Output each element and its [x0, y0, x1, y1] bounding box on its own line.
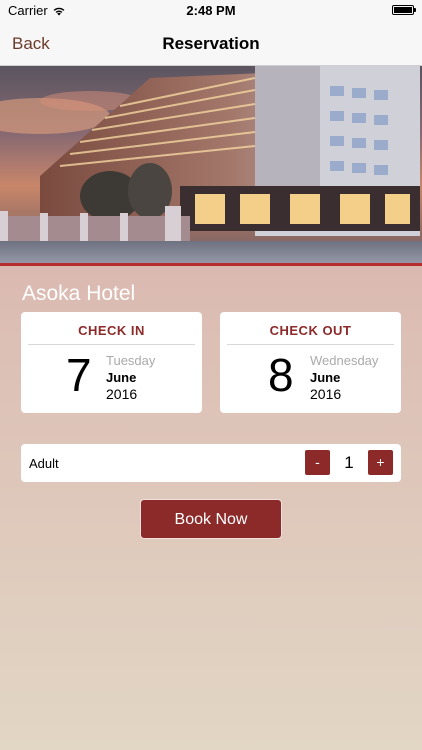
increment-button[interactable]: +	[368, 450, 393, 475]
status-bar: Carrier 2:48 PM	[0, 0, 422, 22]
check-in-card[interactable]: CHECK IN 7 Tuesday June 2016	[21, 312, 202, 413]
check-in-month: June	[106, 370, 137, 385]
page-title: Reservation	[162, 34, 260, 53]
check-in-date-info: Tuesday June 2016	[106, 352, 155, 403]
check-out-day: 8	[268, 349, 294, 401]
decrement-button[interactable]: -	[305, 450, 330, 475]
adult-label: Adult	[29, 456, 59, 471]
check-out-weekday: Wednesday	[310, 353, 379, 368]
check-in-title: CHECK IN	[28, 323, 195, 345]
check-in-year: 2016	[106, 386, 138, 402]
book-now-button[interactable]: Book Now	[140, 499, 282, 539]
status-time: 2:48 PM	[186, 3, 236, 18]
battery-icon	[392, 5, 416, 15]
check-in-day: 7	[66, 349, 92, 401]
check-out-month: June	[310, 370, 341, 385]
adult-count-row: Adult - 1 +	[21, 444, 401, 482]
check-out-title: CHECK OUT	[227, 323, 394, 345]
hotel-image	[0, 66, 422, 266]
check-out-card[interactable]: CHECK OUT 8 Wednesday June 2016	[220, 312, 401, 413]
hotel-name: Asoka Hotel	[22, 282, 136, 305]
check-out-year: 2016	[310, 386, 342, 402]
check-in-weekday: Tuesday	[106, 353, 156, 368]
check-out-date-info: Wednesday June 2016	[310, 352, 378, 403]
adult-count-value: 1	[344, 453, 354, 472]
navigation-bar: Back Reservation	[0, 22, 422, 66]
